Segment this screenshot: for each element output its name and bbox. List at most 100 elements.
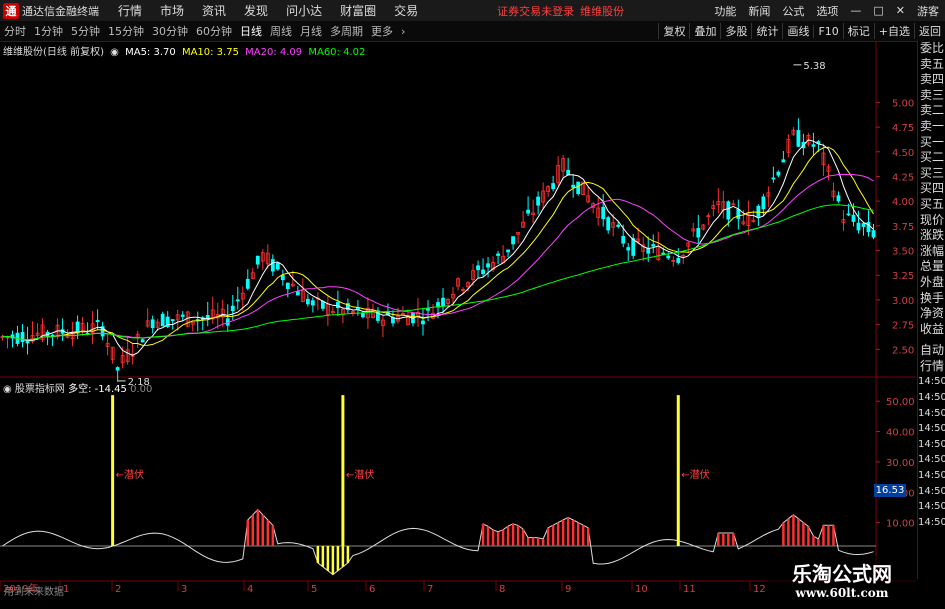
chevron-right-icon[interactable]: › [397,25,409,38]
menu-item-functions[interactable]: 功能 [714,3,736,19]
guest-label[interactable]: 游客 [917,3,939,19]
login-status[interactable]: 证券交易未登录 [497,3,574,19]
candle-body [576,181,581,194]
signal-label: ←潜伏 [681,468,709,481]
btn-draw[interactable]: 画线 [782,23,813,39]
period-15min[interactable]: 15分钟 [104,23,148,39]
quote-sidebar: 委比 卖五 卖四 卖三 卖二 卖一 买一 买二 买三 买四 买五 现价 涨跌 涨… [917,41,945,579]
window-close-icon[interactable]: ✕ [896,4,905,17]
candle-body [230,305,235,312]
menu-item-wealth[interactable]: 财富圈 [340,2,376,19]
period-monthly[interactable]: 月线 [296,23,326,39]
candle-body [285,282,290,289]
indicator-gear-icon[interactable]: ◉ [3,384,12,395]
side-buy2[interactable]: 买二 [918,150,945,166]
period-60min[interactable]: 60分钟 [192,23,236,39]
legend-ma10: MA10: 3.75 [181,47,239,58]
side-net-asset[interactable]: 净资 [918,306,945,322]
chart-canvas[interactable]: 2.50 2.75 3.00 3.25 3.50 3.75 4.00 4.25 4.50 4.75… [0,41,945,609]
candle-body [726,201,731,220]
menu-item-news[interactable]: 资讯 [202,2,226,19]
price-tick-label: 2.75 [892,321,914,332]
indicator-name[interactable]: 股票指标网 [15,384,65,395]
btn-multi-stock[interactable]: 多股 [720,23,751,39]
candle-body [280,275,285,281]
current-value-badge: 16.53 [874,484,906,497]
candle-body [180,314,185,317]
side-sell2[interactable]: 卖二 [918,103,945,119]
side-sell1[interactable]: 卖一 [918,119,945,135]
indicator-tick-label: 10.00 [886,519,915,530]
menu-item-formula[interactable]: 公式 [782,3,804,19]
candle-body [506,249,510,253]
btn-f10[interactable]: F10 [813,24,842,38]
window-restore-icon[interactable]: □ [873,4,883,17]
future-data-note: 用到未来数据 [4,587,64,598]
price-tick-label: 3.00 [892,296,914,307]
watermark: 乐淘公式网 www.60lt.com [767,556,917,606]
menu-item-discover[interactable]: 发现 [244,2,268,19]
current-stock-name: 维维股份 [580,4,625,18]
side-buy4[interactable]: 买四 [918,181,945,197]
side-change[interactable]: 涨跌 [918,228,945,244]
side-change-pct[interactable]: 涨幅 [918,244,945,260]
btn-overlay[interactable]: 叠加 [689,23,720,39]
menu-item-trade[interactable]: 交易 [394,2,418,19]
btn-back[interactable]: 返回 [914,23,945,39]
side-buy1[interactable]: 买一 [918,135,945,151]
side-buy5[interactable]: 买五 [918,197,945,213]
side-sell3[interactable]: 卖三 [918,88,945,104]
menu-item-options[interactable]: 选项 [816,3,838,19]
side-time: 14:50 [918,392,945,404]
period-daily[interactable]: 日线 [236,23,266,39]
candle-body [160,313,165,327]
menu-item-market[interactable]: 市场 [160,2,184,19]
period-30min[interactable]: 30分钟 [148,23,192,39]
side-outer[interactable]: 外盘 [918,275,945,291]
side-sell4[interactable]: 卖四 [918,72,945,88]
candle-body [150,319,155,329]
candle-body [566,169,571,175]
candle-body [205,314,210,319]
menu-item-news2[interactable]: 新闻 [748,3,770,19]
legend-ma20: MA20: 4.09 [245,47,303,58]
candle-body [476,265,480,271]
candle-body [275,262,280,270]
window-minimize-icon[interactable]: — [850,4,861,17]
ma10-line [2,146,874,346]
side-volume[interactable]: 总量 [918,259,945,275]
menu-item-ask[interactable]: 问小达 [286,2,322,19]
price-tick-label: 5.00 [892,98,914,109]
side-turnover[interactable]: 换手 [918,291,945,307]
period-multi[interactable]: 多周期 [326,23,367,39]
period-weekly[interactable]: 周线 [266,23,296,39]
side-time: 14:50 [918,407,945,419]
side-quotes[interactable]: 行情 [918,359,945,375]
period-5min[interactable]: 5分钟 [67,23,104,39]
side-earnings[interactable]: 收益 [918,322,945,338]
period-intraday[interactable]: 分时 [0,23,30,39]
side-auto[interactable]: 自动 [918,343,945,359]
side-sell5[interactable]: 卖五 [918,57,945,73]
candle-body [796,130,801,147]
side-price[interactable]: 现价 [918,213,945,229]
candle-body [651,244,656,247]
side-weibi[interactable]: 委比 [918,41,945,57]
price-tick-label: 4.50 [892,148,914,159]
time-tick-label: 7 [427,584,433,595]
candle-body [270,259,275,272]
side-buy3[interactable]: 买三 [918,166,945,182]
period-more[interactable]: 更多 [367,23,397,39]
btn-stats[interactable]: 统计 [751,23,782,39]
btn-mark[interactable]: 标记 [842,23,874,39]
candle-body [496,253,500,256]
candle-body [861,223,866,227]
candle-body [666,255,671,259]
btn-add-favorite[interactable]: +自选 [873,23,914,39]
btn-adjust[interactable]: 复权 [658,23,689,39]
candle-body [676,257,681,263]
time-tick-label: 3 [181,584,187,595]
period-1min[interactable]: 1分钟 [30,23,67,39]
menu-item-quotes[interactable]: 行情 [118,2,142,19]
candle-body [736,209,741,219]
